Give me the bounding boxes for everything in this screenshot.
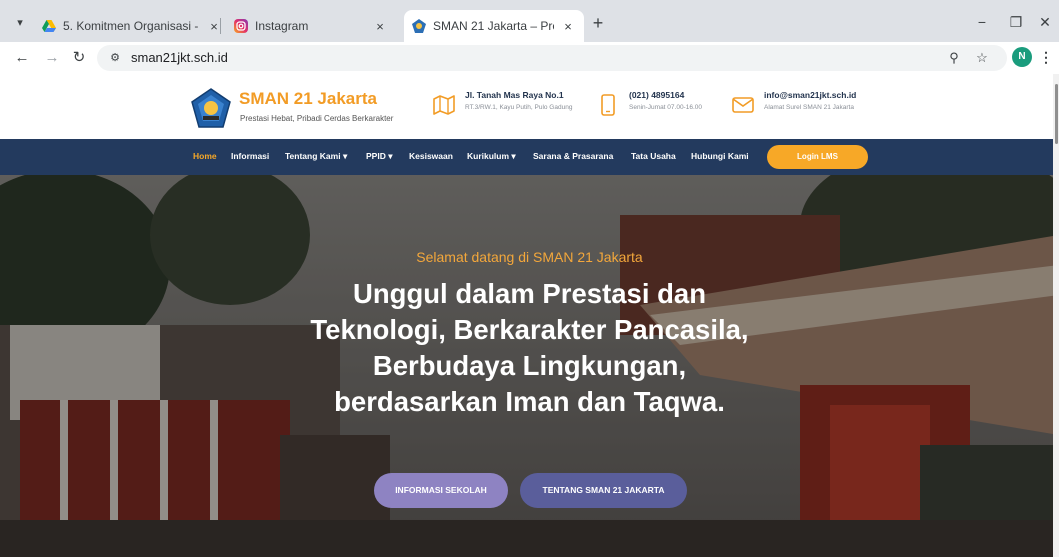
reload-icon[interactable]: ↻ xyxy=(67,46,91,70)
nav-label: PPID xyxy=(366,151,386,161)
nav-hubungi-kami[interactable]: Hubungi Kami xyxy=(691,151,749,161)
webpage: SMAN 21 Jakarta Prestasi Hebat, Pribadi … xyxy=(0,74,1059,557)
page-scrollbar[interactable] xyxy=(1053,74,1059,557)
school-logo-icon xyxy=(412,19,426,33)
tab-separator xyxy=(220,18,221,34)
nav-home[interactable]: Home xyxy=(193,151,217,161)
tab-title: 5. Komitmen Organisasi - Goog xyxy=(63,19,200,33)
address-info: Jl. Tanah Mas Raya No.1 RT.3/RW.1, Kayu … xyxy=(432,90,572,117)
scrollbar-thumb[interactable] xyxy=(1055,84,1058,144)
chevron-down-icon: ▾ xyxy=(388,151,393,161)
map-icon xyxy=(432,93,456,117)
school-logo[interactable] xyxy=(191,88,231,128)
tab-google-drive[interactable]: 5. Komitmen Organisasi - Goog × xyxy=(34,10,230,42)
tab-title: SMAN 21 Jakarta – Prestasi Heb xyxy=(433,19,554,33)
nav-informasi[interactable]: Informasi xyxy=(231,151,269,161)
more-menu-icon[interactable]: ⋮ xyxy=(1038,47,1054,67)
main-navbar: Home Informasi Tentang Kami ▾ PPID ▾ Kes… xyxy=(0,139,1059,175)
nav-tata-usaha[interactable]: Tata Usaha xyxy=(631,151,676,161)
site-header: SMAN 21 Jakarta Prestasi Hebat, Pribadi … xyxy=(0,74,1059,139)
school-tagline: Prestasi Hebat, Pribadi Cerdas Berkarakt… xyxy=(240,114,394,123)
browser-tab-strip: ▾ 5. Komitmen Organisasi - Goog × Instag… xyxy=(0,0,1059,42)
nav-label: Kurikulum xyxy=(467,151,510,161)
hero-section: Selamat datang di SMAN 21 Jakarta Unggul… xyxy=(0,175,1059,557)
instagram-icon xyxy=(234,19,248,33)
star-icon[interactable]: ☆ xyxy=(973,49,991,67)
hero-subtitle: Selamat datang di SMAN 21 Jakarta xyxy=(416,249,643,265)
school-name[interactable]: SMAN 21 Jakarta xyxy=(239,89,377,109)
new-tab-button[interactable]: + xyxy=(588,14,608,34)
google-drive-icon xyxy=(42,19,56,33)
tab-title: Instagram xyxy=(255,19,309,33)
chevron-down-icon: ▾ xyxy=(511,151,516,161)
zoom-icon[interactable]: ⚲ xyxy=(945,49,963,67)
phone-number[interactable]: (021) 4895164 xyxy=(629,90,702,100)
nav-sarana-prasarana[interactable]: Sarana & Prasarana xyxy=(533,151,613,161)
back-arrow-icon[interactable]: ← xyxy=(10,46,34,70)
url-text[interactable]: sman21jkt.sch.id xyxy=(131,50,228,65)
nav-ppid[interactable]: PPID ▾ xyxy=(366,151,393,162)
nav-tentang-kami[interactable]: Tentang Kami ▾ xyxy=(285,151,347,162)
email-info: info@sman21jkt.sch.id Alamat Surel SMAN … xyxy=(731,90,856,117)
browser-toolbar: ← → ↻ ⚙ sman21jkt.sch.id ⚲ ☆ N ⋮ xyxy=(0,42,1059,74)
informasi-sekolah-button[interactable]: INFORMASI SEKOLAH xyxy=(374,473,508,508)
tab-sman21-active[interactable]: SMAN 21 Jakarta – Prestasi Heb × xyxy=(404,10,584,42)
profile-avatar[interactable]: N xyxy=(1012,47,1032,67)
chevron-down-icon[interactable]: ▾ xyxy=(10,12,30,32)
email-address[interactable]: info@sman21jkt.sch.id xyxy=(764,90,856,100)
address-bar[interactable]: ⚙ sman21jkt.sch.id ⚲ ☆ xyxy=(97,45,1007,71)
nav-kesiswaan[interactable]: Kesiswaan xyxy=(409,151,453,161)
forward-arrow-icon[interactable]: → xyxy=(40,46,64,70)
phone-icon xyxy=(596,93,620,117)
envelope-icon xyxy=(731,93,755,117)
phone-info: (021) 4895164 Senin-Jumat 07.00-16.00 xyxy=(596,90,702,117)
login-lms-button[interactable]: Login LMS xyxy=(767,145,868,169)
nav-kurikulum[interactable]: Kurikulum ▾ xyxy=(467,151,516,162)
tab-instagram[interactable]: Instagram × xyxy=(226,10,396,42)
chevron-down-icon: ▾ xyxy=(342,151,348,161)
close-icon[interactable]: × xyxy=(372,19,388,34)
hero-title: Unggul dalam Prestasi dan Teknologi, Ber… xyxy=(310,278,749,417)
email-caption: Alamat Surel SMAN 21 Jakarta xyxy=(764,104,854,111)
nav-label: Tentang Kami xyxy=(285,151,341,161)
tentang-sman21-button[interactable]: TENTANG SMAN 21 JAKARTA xyxy=(520,473,687,508)
close-window-button[interactable]: ✕ xyxy=(1025,10,1059,34)
close-icon[interactable]: × xyxy=(560,19,576,34)
address-line2: RT.3/RW.1, Kayu Putih, Pulo Gadung xyxy=(465,104,573,111)
site-info-icon[interactable]: ⚙ xyxy=(106,49,124,67)
address-line1: Jl. Tanah Mas Raya No.1 xyxy=(465,90,564,100)
office-hours: Senin-Jumat 07.00-16.00 xyxy=(629,104,702,111)
